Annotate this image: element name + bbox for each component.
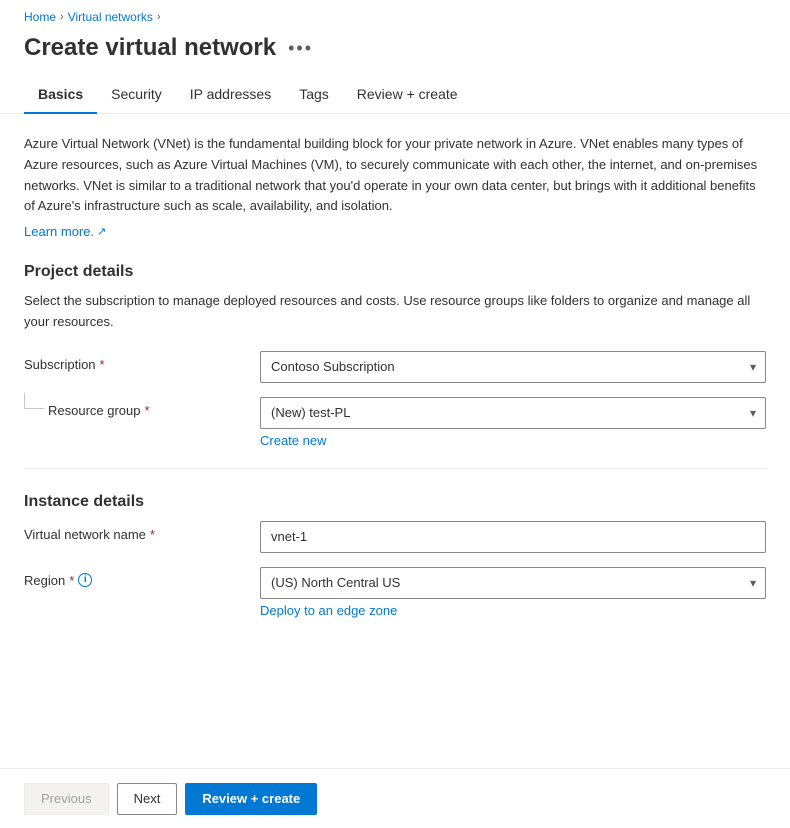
external-link-icon: ↗ (97, 225, 106, 238)
breadcrumb-virtual-networks[interactable]: Virtual networks (68, 10, 153, 24)
breadcrumb: Home › Virtual networks › (0, 0, 790, 30)
intro-text: Azure Virtual Network (VNet) is the fund… (24, 134, 766, 217)
subscription-select[interactable]: Contoso Subscription (260, 351, 766, 383)
create-new-link[interactable]: Create new (260, 433, 326, 448)
tab-review-create[interactable]: Review + create (343, 78, 472, 114)
region-select-wrapper: (US) North Central US ▾ (260, 567, 766, 599)
review-create-button[interactable]: Review + create (185, 783, 317, 815)
vnet-name-control (260, 521, 766, 553)
region-required: * (69, 573, 74, 588)
tab-security[interactable]: Security (97, 78, 176, 114)
resource-group-label: Resource group * (48, 403, 150, 418)
vnet-name-label: Virtual network name * (24, 521, 244, 542)
vnet-name-input[interactable] (260, 521, 766, 553)
project-details-title: Project details (24, 263, 766, 281)
region-select[interactable]: (US) North Central US (260, 567, 766, 599)
more-options-icon[interactable]: ••• (288, 38, 313, 59)
section-divider (24, 468, 766, 469)
learn-more-text: Learn more. (24, 224, 94, 239)
deploy-edge-zone-link[interactable]: Deploy to an edge zone (260, 603, 397, 618)
resource-group-select[interactable]: (New) test-PL (260, 397, 766, 429)
subscription-control: Contoso Subscription ▾ (260, 351, 766, 383)
vnet-name-row: Virtual network name * (24, 521, 766, 553)
previous-button[interactable]: Previous (24, 783, 109, 815)
page-title: Create virtual network (24, 34, 276, 62)
resource-group-control: (New) test-PL ▾ Create new (260, 397, 766, 448)
subscription-required: * (100, 357, 105, 372)
tab-ip-addresses[interactable]: IP addresses (176, 78, 285, 114)
tab-tags[interactable]: Tags (285, 78, 343, 114)
region-info-icon[interactable]: i (78, 573, 92, 587)
breadcrumb-sep-1: › (60, 11, 64, 23)
subscription-row: Subscription * Contoso Subscription ▾ (24, 351, 766, 383)
content-area: Azure Virtual Network (VNet) is the fund… (0, 114, 790, 618)
subscription-select-wrapper: Contoso Subscription ▾ (260, 351, 766, 383)
footer-bar: Previous Next Review + create (0, 768, 790, 828)
breadcrumb-sep-2: › (157, 11, 161, 23)
region-label: Region * i (24, 567, 244, 588)
instance-details-title: Instance details (24, 493, 766, 511)
tabs-bar: Basics Security IP addresses Tags Review… (0, 78, 790, 114)
resource-group-select-wrapper: (New) test-PL ▾ (260, 397, 766, 429)
region-control: (US) North Central US ▾ Deploy to an edg… (260, 567, 766, 618)
indent-bar (24, 393, 44, 409)
vnet-name-required: * (150, 527, 155, 542)
resource-group-row: Resource group * (New) test-PL ▾ Create … (24, 397, 766, 448)
project-details-desc: Select the subscription to manage deploy… (24, 291, 766, 333)
breadcrumb-home[interactable]: Home (24, 10, 56, 24)
subscription-label: Subscription * (24, 351, 244, 372)
resource-group-label-wrap: Resource group * (24, 397, 244, 418)
learn-more-link[interactable]: Learn more. ↗ (24, 224, 106, 239)
region-row: Region * i (US) North Central US ▾ Deplo… (24, 567, 766, 618)
tab-basics[interactable]: Basics (24, 78, 97, 114)
next-button[interactable]: Next (117, 783, 178, 815)
resource-group-required: * (145, 403, 150, 418)
page-header: Create virtual network ••• (0, 30, 790, 78)
